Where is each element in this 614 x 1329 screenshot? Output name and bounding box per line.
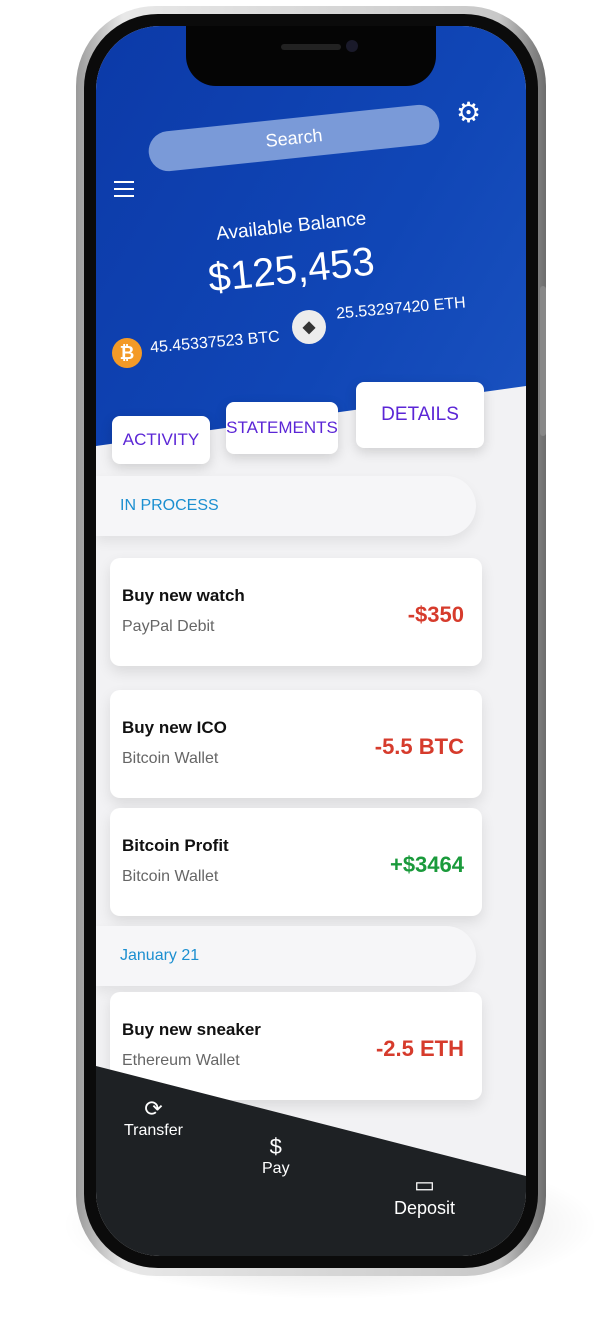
bitcoin-icon: ₿ — [112, 338, 142, 368]
gear-icon[interactable]: ⚙ — [456, 96, 481, 129]
transaction-title: Bitcoin Profit — [122, 836, 229, 855]
tab-activity[interactable]: ACTIVITY — [112, 416, 210, 464]
transaction-amount: -$350 — [407, 602, 464, 627]
transaction-card[interactable]: Bitcoin Profit Bitcoin Wallet +$3464 — [110, 808, 482, 916]
nav-label: Transfer — [124, 1122, 183, 1139]
transaction-source: Ethereum Wallet — [122, 1052, 240, 1069]
currency-exchange-icon: $ — [269, 1134, 282, 1159]
speaker — [281, 44, 341, 50]
transaction-title: Buy new watch — [122, 586, 245, 605]
transaction-source: Bitcoin Wallet — [122, 868, 219, 885]
notch — [186, 26, 436, 86]
nav-deposit[interactable]: ▭ Deposit — [394, 1172, 455, 1219]
transaction-card[interactable]: Buy new watch PayPal Debit -$350 — [110, 558, 482, 666]
transaction-amount: -2.5 ETH — [375, 1036, 464, 1061]
transaction-amount: -5.5 BTC — [374, 734, 464, 759]
transaction-source: PayPal Debit — [122, 618, 215, 635]
tab-details[interactable]: DETAILS — [356, 382, 484, 448]
side-button — [540, 286, 546, 436]
transaction-card[interactable]: Buy new ICO Bitcoin Wallet -5.5 BTC — [110, 690, 482, 798]
refresh-icon: ⟳ — [144, 1096, 163, 1121]
section-header: IN PROCESS — [96, 476, 476, 536]
ethereum-icon: ◆ — [292, 310, 326, 344]
nav-label: Pay — [262, 1160, 290, 1177]
nav-transfer[interactable]: ⟳ Transfer — [124, 1096, 183, 1140]
camera — [346, 40, 358, 52]
transaction-title: Buy new sneaker — [122, 1020, 261, 1039]
tab-statements[interactable]: STATEMENTS — [226, 402, 338, 454]
nav-label: Deposit — [394, 1198, 456, 1218]
app-screen: Search ⚙ Available Balance $125,453 ₿ 45… — [96, 26, 526, 1256]
nav-pay[interactable]: $ Pay — [262, 1134, 290, 1178]
phone-frame: Search ⚙ Available Balance $125,453 ₿ 45… — [76, 6, 546, 1276]
transaction-source: Bitcoin Wallet — [122, 750, 219, 767]
section-header: January 21 — [96, 926, 476, 986]
transaction-card[interactable]: Buy new sneaker Ethereum Wallet -2.5 ETH — [110, 992, 482, 1100]
menu-icon[interactable] — [114, 176, 134, 202]
phone-bezel: Search ⚙ Available Balance $125,453 ₿ 45… — [84, 14, 538, 1268]
credit-card-icon: ▭ — [414, 1172, 435, 1197]
transaction-title: Buy new ICO — [122, 718, 227, 737]
transaction-amount: +$3464 — [389, 852, 464, 877]
